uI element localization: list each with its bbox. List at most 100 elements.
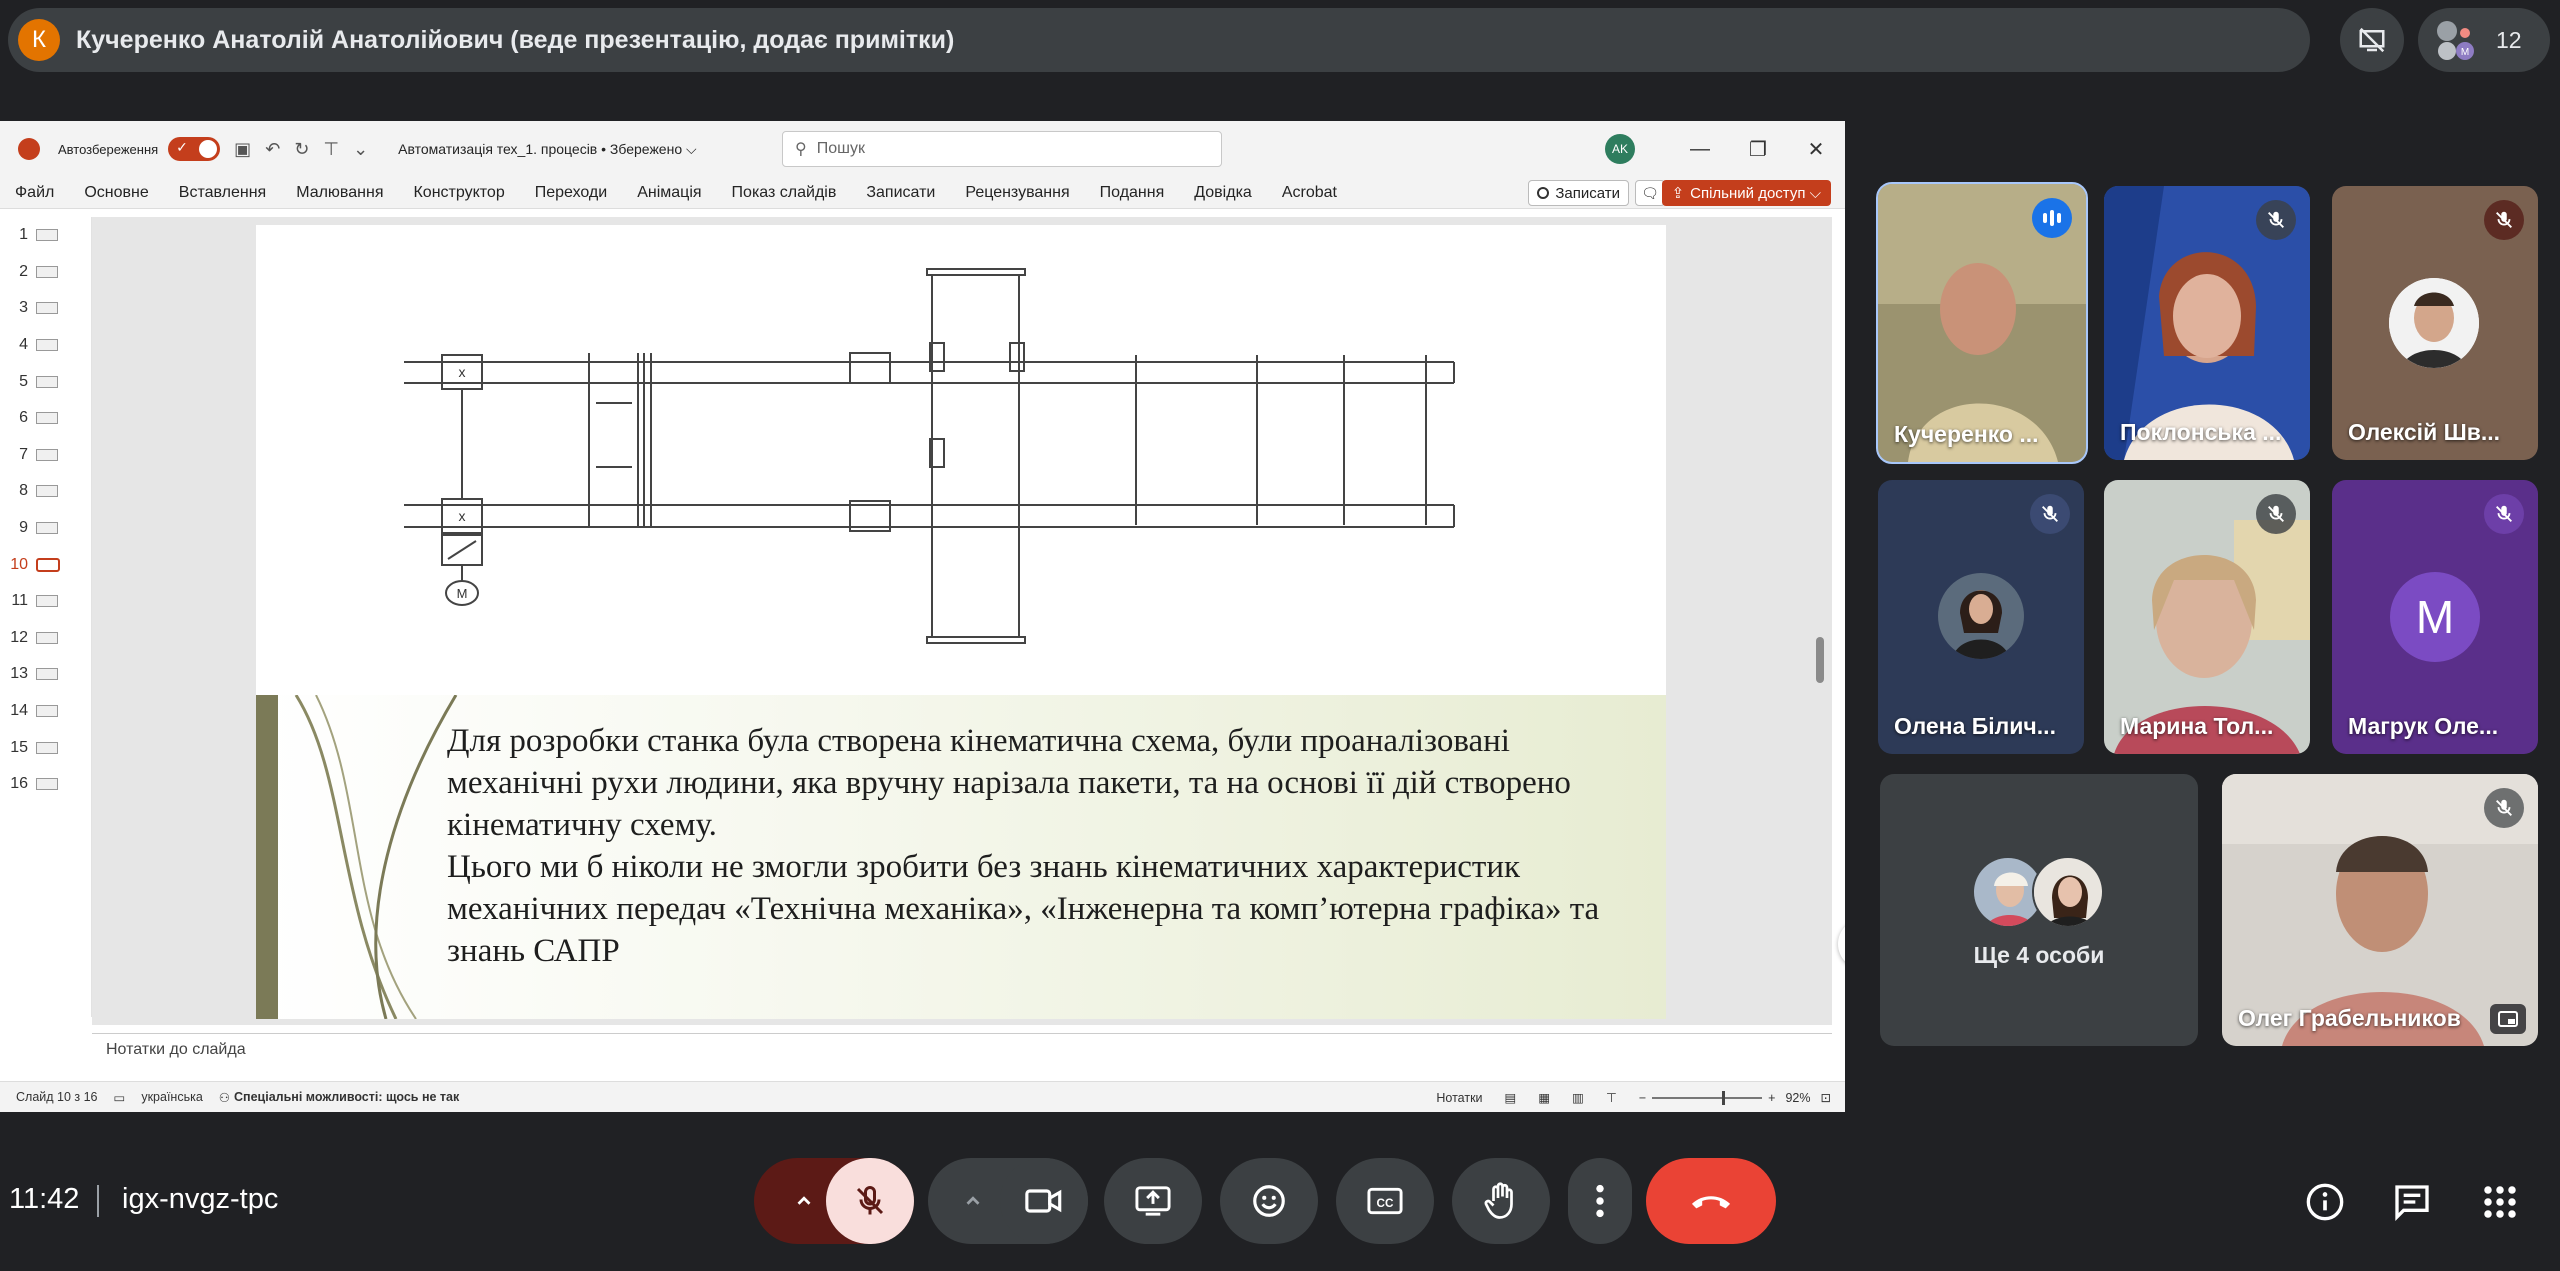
picture-in-picture-icon[interactable]	[2490, 1004, 2526, 1034]
tab-draw[interactable]: Малювання	[281, 184, 398, 202]
comments-icon[interactable]: 🗨	[1635, 180, 1665, 206]
participant-tile[interactable]: Олена Білич...	[1878, 480, 2084, 754]
slide-notes-pane[interactable]: Нотатки до слайда	[92, 1033, 1832, 1065]
slide-thumbnail-number: 1	[19, 226, 28, 244]
slide-thumbnail[interactable]: 14	[0, 693, 91, 730]
minimize-icon[interactable]: —	[1671, 138, 1729, 161]
reading-view-icon[interactable]: ▥	[1572, 1090, 1584, 1105]
record-button[interactable]: Записати	[1528, 180, 1629, 206]
record-label: Записати	[1555, 184, 1620, 202]
slide-thumbnail[interactable]: 13	[0, 656, 91, 693]
participant-tile[interactable]: Марина Тол...	[2104, 480, 2310, 754]
meeting-details-icon[interactable]	[2303, 1180, 2347, 1224]
activities-icon[interactable]	[2478, 1180, 2522, 1224]
more-participants-tile[interactable]: Ще 4 особи	[1880, 774, 2198, 1046]
presenter-status-text: Кучеренко Анатолій Анатолійович (веде пр…	[76, 25, 955, 54]
accessibility-icon[interactable]: ⚇	[219, 1090, 230, 1105]
search-input[interactable]: ⚲ Пошук	[782, 131, 1222, 167]
meeting-time: 11:42	[9, 1183, 80, 1215]
slide-thumbnail[interactable]: 16	[0, 766, 91, 803]
tab-design[interactable]: Конструктор	[398, 184, 519, 202]
tab-home[interactable]: Основне	[69, 184, 163, 202]
slideshow-icon[interactable]: ⊤	[1606, 1090, 1617, 1105]
close-icon[interactable]: ✕	[1787, 137, 1845, 162]
slide-thumbnail[interactable]: 4	[0, 327, 91, 364]
vertical-scrollbar[interactable]	[1816, 637, 1824, 683]
chevron-up-icon	[966, 1196, 980, 1205]
slide-thumbnail-number: 6	[19, 409, 28, 427]
hide-presentation-button[interactable]	[2340, 8, 2404, 72]
present-icon[interactable]: ⊤	[323, 139, 339, 160]
more-options-button[interactable]	[1568, 1158, 1632, 1244]
autosave-toggle[interactable]: ✓	[168, 137, 221, 161]
redo-icon[interactable]: ↻	[294, 139, 309, 160]
accessibility-status[interactable]: Спеціальні можливості: щось не так	[234, 1090, 459, 1104]
slide-thumbnail[interactable]: 2	[0, 254, 91, 291]
slide-thumbnail[interactable]: 1	[0, 217, 91, 254]
user-avatar[interactable]: AK	[1605, 134, 1635, 164]
leave-call-button[interactable]	[1646, 1158, 1776, 1244]
participants-button[interactable]: M 12	[2418, 8, 2550, 72]
slide-thumbnail-preview	[36, 485, 58, 498]
participant-tile[interactable]: M Магрук Оле...	[2332, 480, 2538, 754]
language-indicator[interactable]: українська	[141, 1090, 202, 1104]
slide-thumbnail[interactable]: 11	[0, 583, 91, 620]
copilot-button[interactable]	[1838, 919, 1845, 969]
slide-thumbnail[interactable]: 8	[0, 473, 91, 510]
customize-quick-access-icon[interactable]: ⌄	[353, 139, 368, 160]
slide-sorter-icon[interactable]: ▦	[1538, 1090, 1550, 1105]
slide-thumbnail[interactable]: 12	[0, 620, 91, 657]
slide-thumbnail[interactable]: 9	[0, 510, 91, 547]
tab-transitions[interactable]: Переходи	[520, 184, 622, 202]
current-slide: x x M Для розробки станка була створена …	[256, 225, 1666, 1019]
tab-animations[interactable]: Анімація	[622, 184, 716, 202]
tab-review[interactable]: Рецензування	[950, 184, 1084, 202]
slide-thumbnail[interactable]: 15	[0, 729, 91, 766]
participant-tile[interactable]: Поклонська ...	[2104, 186, 2310, 460]
slide-thumbnail[interactable]: 7	[0, 437, 91, 474]
undo-icon[interactable]: ↶	[265, 139, 280, 160]
slide-thumbnail-number: 15	[10, 738, 28, 756]
slide-thumbnail[interactable]: 10	[0, 546, 91, 583]
camera-toggle-button[interactable]	[1000, 1158, 1088, 1244]
captions-button[interactable]: CC	[1336, 1158, 1434, 1244]
tab-acrobat[interactable]: Acrobat	[1267, 184, 1352, 202]
slide-thumbnail[interactable]: 6	[0, 400, 91, 437]
participant-tile[interactable]: Олег Грабельников	[2222, 774, 2538, 1046]
participant-tile[interactable]: Кучеренко ...	[1876, 182, 2088, 464]
window-controls: AK — ❐ ✕	[1605, 121, 1845, 177]
tab-insert[interactable]: Вставлення	[164, 184, 281, 202]
slide-body-text[interactable]: Для розробки станка була створена кінема…	[447, 720, 1647, 972]
tab-view[interactable]: Подання	[1085, 184, 1180, 202]
raise-hand-button[interactable]	[1452, 1158, 1550, 1244]
ppt-title-bar: Автозбереження ✓ ▣ ↶ ↻ ⊤ ⌄ Автоматизація…	[0, 121, 1845, 177]
tab-file[interactable]: Файл	[0, 184, 69, 202]
restore-icon[interactable]: ❐	[1729, 137, 1787, 162]
share-button[interactable]: ⇪ Спільний доступ ⌵	[1661, 180, 1831, 206]
mic-toggle-button[interactable]	[826, 1158, 914, 1244]
diagram-label-motor: M	[457, 586, 468, 601]
notes-toggle[interactable]: Нотатки	[1436, 1091, 1482, 1105]
fit-to-window-icon[interactable]: ⊡	[1821, 1090, 1831, 1105]
document-name[interactable]: Автоматизація тех_1. процесів • Збережен…	[398, 141, 696, 158]
tab-record[interactable]: Записати	[851, 184, 950, 202]
present-screen-button[interactable]	[1104, 1158, 1202, 1244]
save-icon[interactable]: ▣	[234, 139, 251, 160]
zoom-out-icon[interactable]: −	[1639, 1091, 1646, 1105]
reactions-button[interactable]	[1220, 1158, 1318, 1244]
tab-slideshow[interactable]: Показ слайдів	[717, 184, 852, 202]
status-right-controls: Нотатки ▤ ▦ ▥ ⊤ − + 92% ⊡	[1414, 1082, 1831, 1112]
normal-view-icon[interactable]: ▤	[1505, 1090, 1517, 1105]
mic-off-icon	[856, 1186, 884, 1215]
participant-tile[interactable]: Олексій Шв...	[2332, 186, 2538, 460]
slide-thumbnail[interactable]: 3	[0, 290, 91, 327]
slide-thumbnail[interactable]: 5	[0, 363, 91, 400]
zoom-level[interactable]: 92%	[1785, 1091, 1810, 1105]
zoom-in-icon[interactable]: +	[1768, 1091, 1775, 1105]
zoom-slider[interactable]	[1652, 1090, 1763, 1105]
tab-help[interactable]: Довідка	[1179, 184, 1267, 202]
proofing-icon[interactable]: ▭	[114, 1090, 126, 1105]
more-participants-label: Ще 4 особи	[1973, 942, 2105, 968]
participant-name: Марина Тол...	[2120, 713, 2274, 739]
chat-icon[interactable]	[2390, 1180, 2434, 1224]
